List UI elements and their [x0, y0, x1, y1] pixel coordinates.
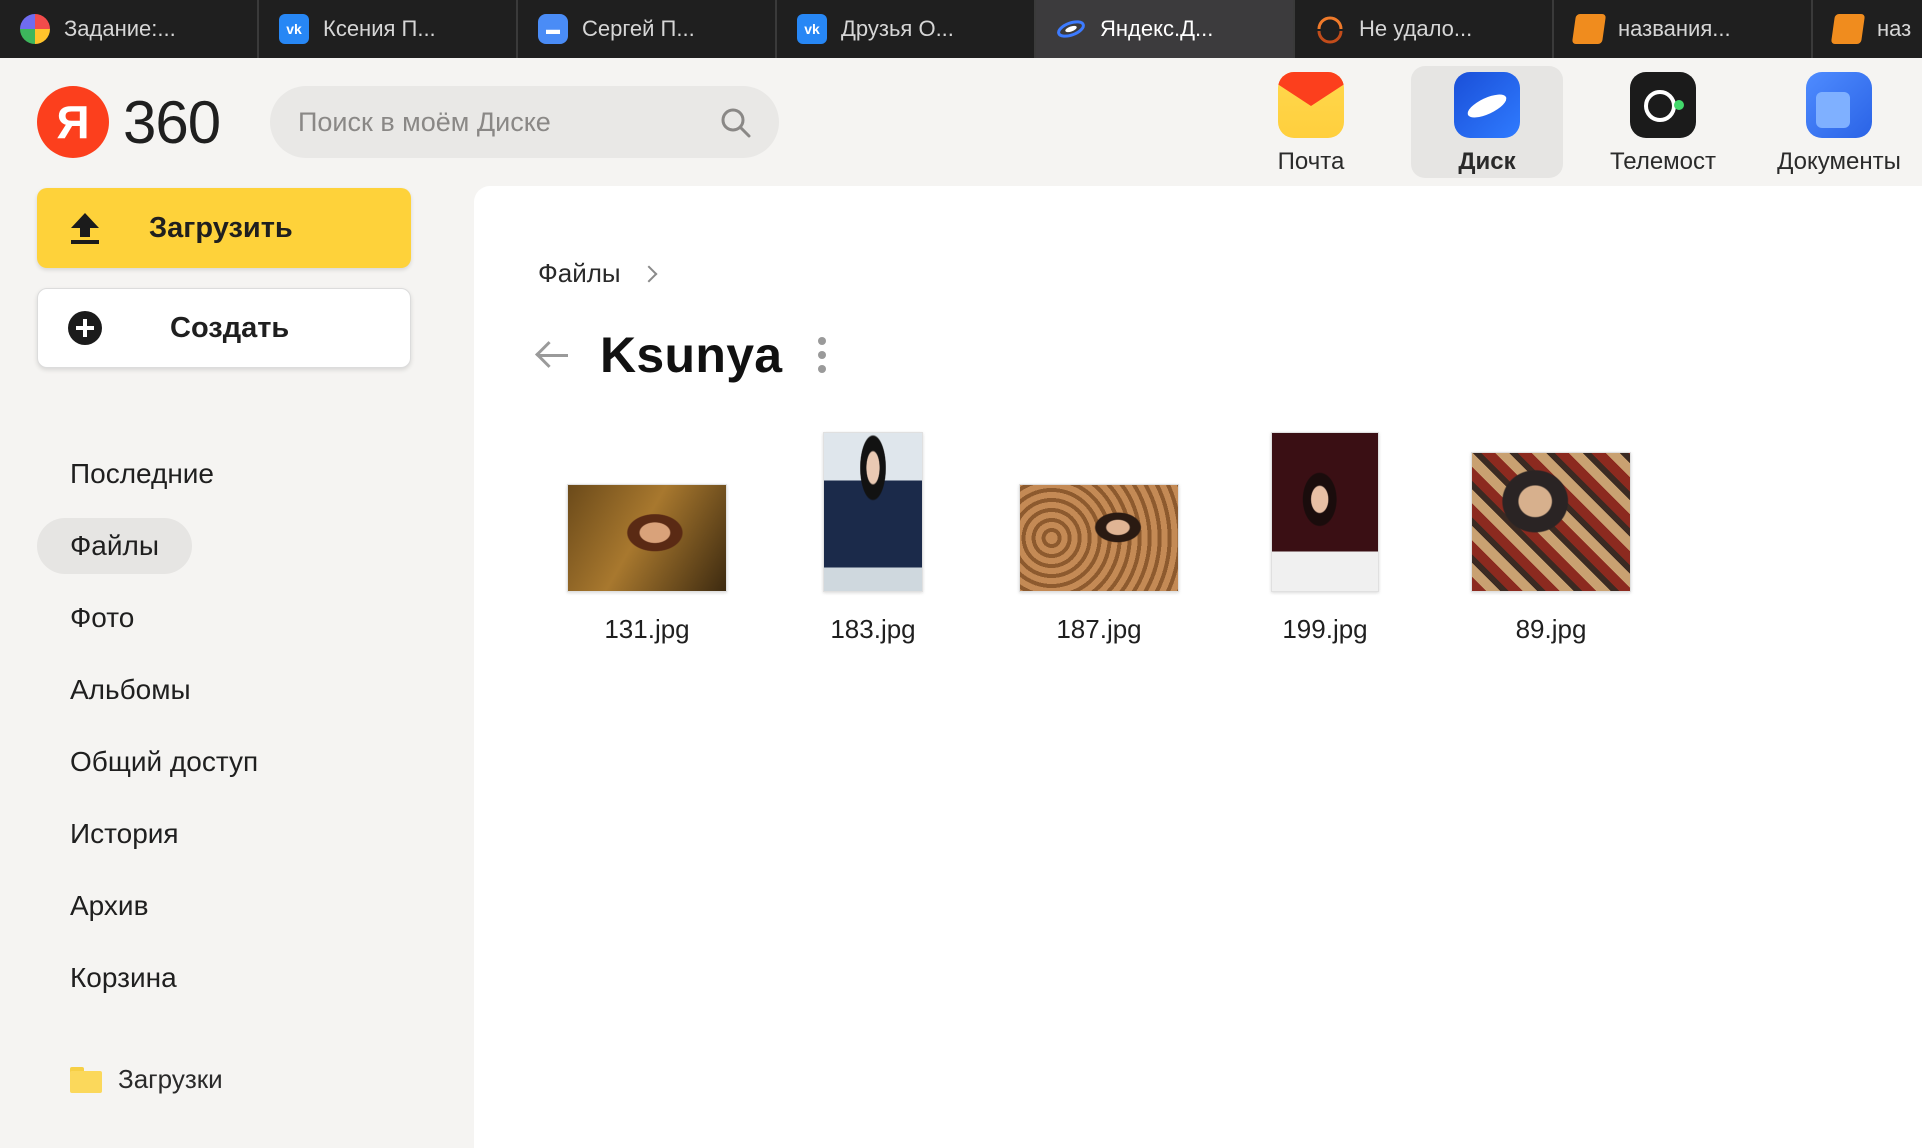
file-grid: 131.jpg 183.jpg 187.jpg 199.jpg 89.jpg [534, 430, 1664, 645]
browser-tab-bar: Задание:... vk Ксения П... ▬ Сергей П...… [0, 0, 1922, 58]
image-thumbnail [1019, 484, 1179, 592]
file-name: 89.jpg [1515, 614, 1587, 644]
app-documents[interactable]: Документы [1763, 66, 1915, 178]
folder-label: Загрузки [118, 1064, 223, 1094]
sidebar-item-photos[interactable]: Фото [37, 590, 167, 646]
app-switcher: Почта Диск Телемост Документы [1235, 66, 1922, 178]
chevron-right-icon [640, 265, 658, 282]
sidebar-folder-downloads[interactable]: Загрузки [70, 1064, 223, 1095]
file-name: 131.jpg [604, 614, 690, 644]
browser-tab[interactable]: Задание:... [0, 0, 259, 58]
sidebar-item-recent[interactable]: Последние [37, 446, 247, 502]
browser-tab[interactable]: наз [1813, 0, 1922, 58]
loading-ring-icon [1315, 14, 1345, 44]
search-icon[interactable] [719, 106, 753, 140]
file-name: 187.jpg [1056, 614, 1142, 644]
sidebar-item-albums[interactable]: Альбомы [37, 662, 224, 718]
tab-title: Сергей П... [582, 16, 695, 41]
vk-icon: vk [797, 14, 827, 44]
create-button[interactable]: Создать [37, 288, 411, 368]
browser-tab[interactable]: vk Ксения П... [259, 0, 518, 58]
book-icon [1830, 14, 1866, 44]
logo-number: 360 [123, 88, 221, 156]
folder-icon [70, 1066, 102, 1093]
page-title: Ksunya [600, 327, 783, 383]
image-thumbnail [1471, 452, 1631, 592]
image-thumbnail [567, 484, 727, 592]
browser-tab[interactable]: названия... [1554, 0, 1813, 58]
image-thumbnail [1271, 432, 1379, 592]
file-item[interactable]: 131.jpg [534, 430, 760, 645]
tab-title: наз [1877, 16, 1912, 41]
upload-label: Загрузить [149, 211, 293, 244]
vk-icon: vk [279, 14, 309, 44]
create-label: Создать [170, 311, 290, 344]
search-input[interactable] [298, 106, 708, 138]
sidebar-item-archive[interactable]: Архив [37, 878, 181, 934]
disk-app-icon [1454, 72, 1520, 138]
sidebar-item-files[interactable]: Файлы [37, 518, 192, 574]
file-name: 183.jpg [830, 614, 916, 644]
sidebar-item-history[interactable]: История [37, 806, 212, 862]
tab-title: названия... [1618, 16, 1731, 41]
tab-title: Друзья О... [841, 16, 954, 41]
browser-tab-active[interactable]: Яндекс.Д... [1036, 0, 1295, 58]
yandex-logo-icon: Я [37, 86, 109, 158]
app-telemost[interactable]: Телемост [1587, 66, 1739, 178]
file-name: 199.jpg [1282, 614, 1368, 644]
tab-title: Задание:... [64, 16, 176, 41]
documents-app-icon [1806, 72, 1872, 138]
mail-app-icon [1278, 72, 1344, 138]
breadcrumb-files[interactable]: Файлы [538, 258, 621, 289]
browser-tab[interactable]: Не удало... [1295, 0, 1554, 58]
yandex-360-logo[interactable]: Я 360 [37, 86, 221, 158]
app-label: Телемост [1609, 148, 1717, 175]
back-arrow-icon[interactable] [534, 337, 570, 373]
app-label: Документы [1777, 148, 1901, 175]
multicolor-app-icon [20, 14, 50, 44]
app-mail[interactable]: Почта [1235, 66, 1387, 178]
tab-title: Ксения П... [323, 16, 436, 41]
file-item[interactable]: 89.jpg [1438, 430, 1664, 645]
image-thumbnail [823, 432, 923, 592]
message-icon: ▬ [538, 14, 568, 44]
sidebar-nav: Последние Файлы Фото Альбомы Общий досту… [37, 446, 411, 1022]
tab-title: Не удало... [1359, 16, 1473, 41]
main-content: Файлы Ksunya 131.jpg 183.jpg 187.jpg 199… [474, 186, 1922, 1148]
file-item[interactable]: 183.jpg [760, 430, 986, 645]
sidebar-item-shared[interactable]: Общий доступ [37, 734, 291, 790]
app-label: Диск [1458, 148, 1516, 175]
tab-title: Яндекс.Д... [1100, 16, 1214, 41]
file-item[interactable]: 187.jpg [986, 430, 1212, 645]
upload-button[interactable]: Загрузить [37, 188, 411, 268]
sidebar-item-trash[interactable]: Корзина [37, 950, 210, 1006]
search-box [270, 86, 779, 158]
browser-tab[interactable]: vk Друзья О... [777, 0, 1036, 58]
upload-icon [71, 213, 99, 244]
file-item[interactable]: 199.jpg [1212, 430, 1438, 645]
more-vertical-icon[interactable] [818, 337, 828, 373]
telemost-app-icon [1630, 72, 1696, 138]
plus-circle-icon [68, 311, 102, 345]
yandex-disk-icon [1056, 14, 1086, 44]
folder-header: Ksunya [534, 326, 828, 384]
app-disk[interactable]: Диск [1411, 66, 1563, 178]
browser-tab[interactable]: ▬ Сергей П... [518, 0, 777, 58]
breadcrumb: Файлы [538, 258, 658, 289]
app-label: Почта [1277, 148, 1345, 175]
book-icon [1571, 14, 1607, 44]
